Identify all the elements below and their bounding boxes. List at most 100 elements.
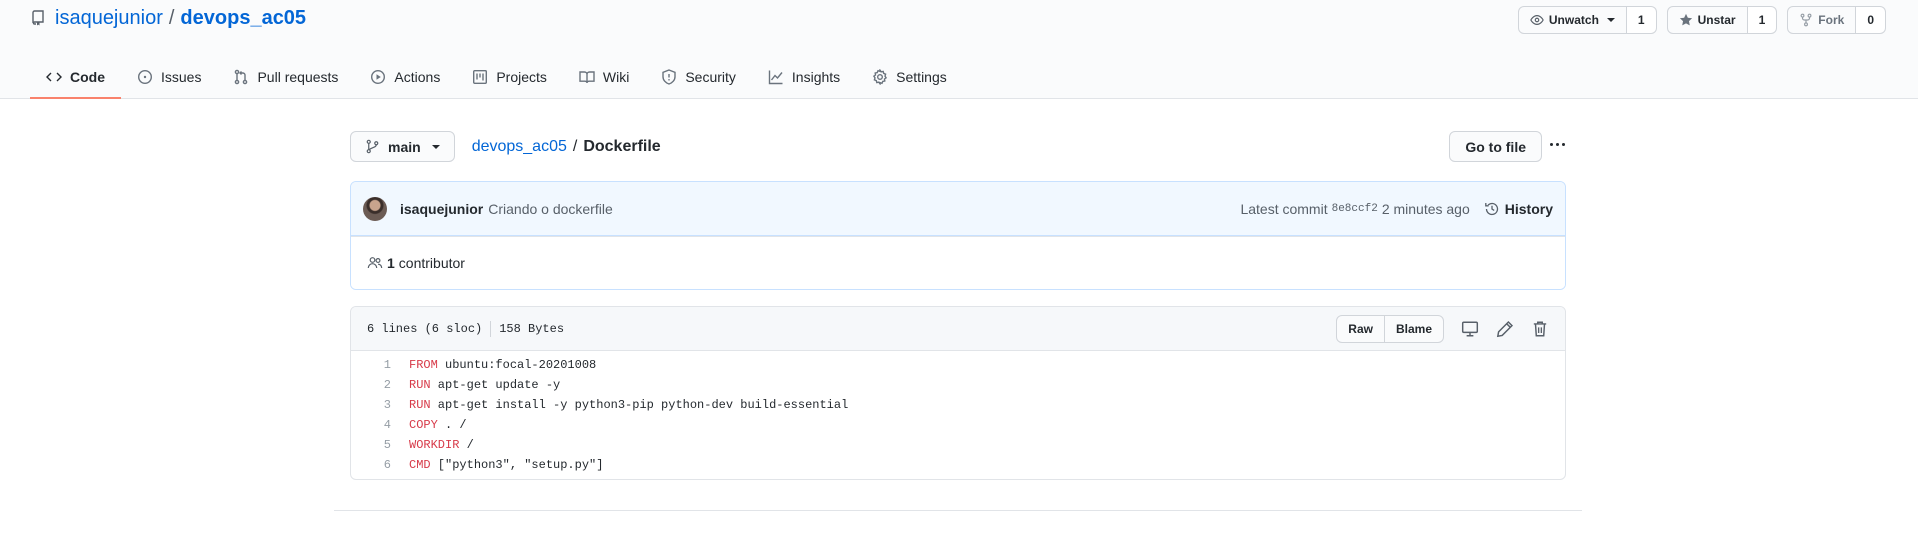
watch-button[interactable]: Unwatch <box>1517 6 1627 34</box>
line-number[interactable]: 2 <box>351 378 391 392</box>
line-content: WORKDIR / <box>391 438 474 452</box>
code-text: ubuntu:focal-20201008 <box>437 358 597 372</box>
code-line: 4 COPY . / <box>351 415 1565 435</box>
line-number[interactable]: 6 <box>351 458 391 472</box>
tab-projects[interactable]: Projects <box>456 57 563 99</box>
trash-icon[interactable] <box>1531 320 1549 338</box>
repo-owner-link[interactable]: isaquejunior <box>55 7 163 30</box>
history-icon <box>1484 202 1498 215</box>
tab-actions[interactable]: Actions <box>354 57 456 99</box>
tab-security[interactable]: Security <box>645 57 752 99</box>
history-label: History <box>1504 200 1553 217</box>
keyword: RUN <box>409 378 431 392</box>
tab-security-label: Security <box>685 69 736 85</box>
breadcrumb-separator: / <box>572 137 578 155</box>
branch-name: main <box>388 138 421 155</box>
project-icon <box>473 70 488 85</box>
commit-meta: Latest commit 8e8ccf2 2 minutes ago Hist… <box>1240 201 1553 217</box>
file-actions: Raw Blame <box>1336 314 1549 343</box>
code-line: 5 WORKDIR / <box>351 435 1565 455</box>
footer-divider <box>334 510 1582 511</box>
file-viewer: 6 lines (6 sloc) 158 Bytes Raw Blame 1 F… <box>350 306 1566 480</box>
raw-button[interactable]: Raw <box>1336 314 1385 343</box>
code-text: ["python3", "setup.py"] <box>430 458 604 472</box>
star-group: Unstar 1 <box>1666 6 1778 34</box>
desktop-icon[interactable] <box>1461 320 1479 338</box>
file-navigation: main devops_ac05 / Dockerfile Go to file <box>350 131 1566 162</box>
code-text: / <box>459 438 474 452</box>
commit-author-link[interactable]: isaquejunior <box>400 201 483 217</box>
history-link[interactable]: History <box>1484 201 1553 217</box>
tab-code[interactable]: Code <box>30 57 121 99</box>
star-count[interactable]: 1 <box>1747 6 1778 34</box>
header-divider <box>490 320 492 337</box>
fork-icon <box>1800 13 1812 27</box>
repo-icon <box>32 9 44 25</box>
pull-request-icon <box>235 69 248 85</box>
line-number[interactable]: 3 <box>351 398 391 412</box>
code-block: 1 FROM ubuntu:focal-20201008 2 RUN apt-g… <box>351 351 1565 479</box>
watch-count[interactable]: 1 <box>1626 6 1657 34</box>
tab-code-label: Code <box>70 69 105 85</box>
chevron-down-icon <box>1606 18 1615 22</box>
breadcrumb: devops_ac05 / Dockerfile <box>472 138 661 156</box>
star-label: Unstar <box>1697 13 1736 27</box>
fork-button[interactable]: Fork <box>1787 6 1857 34</box>
file-header: 6 lines (6 sloc) 158 Bytes Raw Blame <box>351 307 1565 351</box>
latest-commit-label: Latest commit <box>1240 200 1328 217</box>
star-button[interactable]: Unstar <box>1666 6 1748 34</box>
pencil-icon[interactable] <box>1496 320 1514 338</box>
keyword: COPY <box>409 418 438 432</box>
keyword: FROM <box>409 358 438 372</box>
line-number[interactable]: 5 <box>351 438 391 452</box>
repo-actions: Unwatch 1 Unstar 1 Fork 0 <box>1517 6 1886 34</box>
graph-icon <box>768 70 783 85</box>
contributors-count[interactable]: 1 <box>387 255 395 271</box>
line-content: RUN apt-get update -y <box>391 378 560 392</box>
keyword: RUN <box>409 398 431 412</box>
code-icon <box>46 72 62 82</box>
code-text: apt-get update -y <box>430 378 561 392</box>
breadcrumb-repo-link[interactable]: devops_ac05 <box>472 138 567 156</box>
code-line: 2 RUN apt-get update -y <box>351 375 1565 395</box>
play-icon <box>371 69 386 85</box>
line-number[interactable]: 1 <box>351 358 391 372</box>
code-text: . / <box>437 418 467 432</box>
raw-blame-group: Raw Blame <box>1336 314 1444 343</box>
keyword: CMD <box>409 458 431 472</box>
line-number[interactable]: 4 <box>351 418 391 432</box>
branch-icon <box>366 139 379 154</box>
commit-box: isaquejunior Criando o dockerfile Latest… <box>350 181 1566 290</box>
avatar[interactable] <box>363 196 387 221</box>
go-to-file-button[interactable]: Go to file <box>1449 131 1542 162</box>
line-content: RUN apt-get install -y python3-pip pytho… <box>391 398 848 412</box>
contributors-label[interactable]: contributor <box>399 255 465 271</box>
tab-settings[interactable]: Settings <box>856 57 963 99</box>
code-text: apt-get install -y python3-pip python-de… <box>430 398 849 412</box>
more-options-icon[interactable] <box>1548 135 1566 153</box>
commit-time: 2 minutes ago <box>1381 200 1470 217</box>
commit-sha-link[interactable]: 8e8ccf2 <box>1332 203 1378 215</box>
fork-label: Fork <box>1818 13 1845 27</box>
tab-wiki[interactable]: Wiki <box>563 57 645 99</box>
tab-insights[interactable]: Insights <box>752 57 856 99</box>
tab-issues[interactable]: Issues <box>121 57 217 99</box>
eye-icon <box>1530 15 1544 25</box>
people-icon <box>367 257 383 269</box>
commit-message-link[interactable]: Criando o dockerfile <box>488 201 613 217</box>
watch-label: Unwatch <box>1548 13 1599 27</box>
star-icon <box>1679 13 1692 26</box>
code-line: 6 CMD ["python3", "setup.py"] <box>351 455 1565 475</box>
fork-count[interactable]: 0 <box>1856 6 1886 34</box>
repo-name-link[interactable]: devops_ac05 <box>180 7 306 30</box>
tab-pull-requests-label: Pull requests <box>257 69 339 85</box>
branch-selector[interactable]: main <box>350 131 455 162</box>
tab-projects-label: Projects <box>496 69 547 85</box>
blame-button[interactable]: Blame <box>1384 314 1444 343</box>
contributors-bar: 1 contributor <box>351 236 1565 289</box>
line-content: FROM ubuntu:focal-20201008 <box>391 358 596 372</box>
gear-icon <box>873 69 888 85</box>
tab-settings-label: Settings <box>896 69 947 85</box>
watch-group: Unwatch 1 <box>1517 6 1657 34</box>
tab-pull-requests[interactable]: Pull requests <box>217 57 354 99</box>
